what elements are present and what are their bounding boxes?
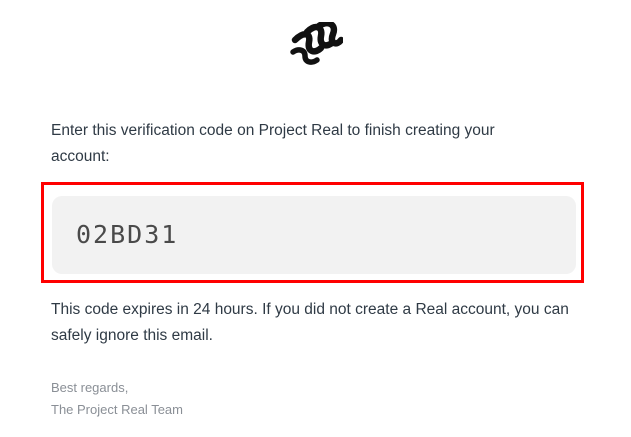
signoff: Best regards, The Project Real Team [51, 377, 183, 421]
project-real-logo-icon [289, 22, 343, 68]
expiry-notice: This code expires in 24 hours. If you di… [51, 301, 569, 344]
signoff-team-name: The Project Real Team [51, 402, 183, 417]
verification-code[interactable]: 02BD31 [76, 218, 178, 252]
verification-code-box: 02BD31 [52, 196, 576, 274]
intro-text: Enter this verification code on Project … [51, 122, 495, 165]
signoff-greeting: Best regards, [51, 380, 129, 395]
